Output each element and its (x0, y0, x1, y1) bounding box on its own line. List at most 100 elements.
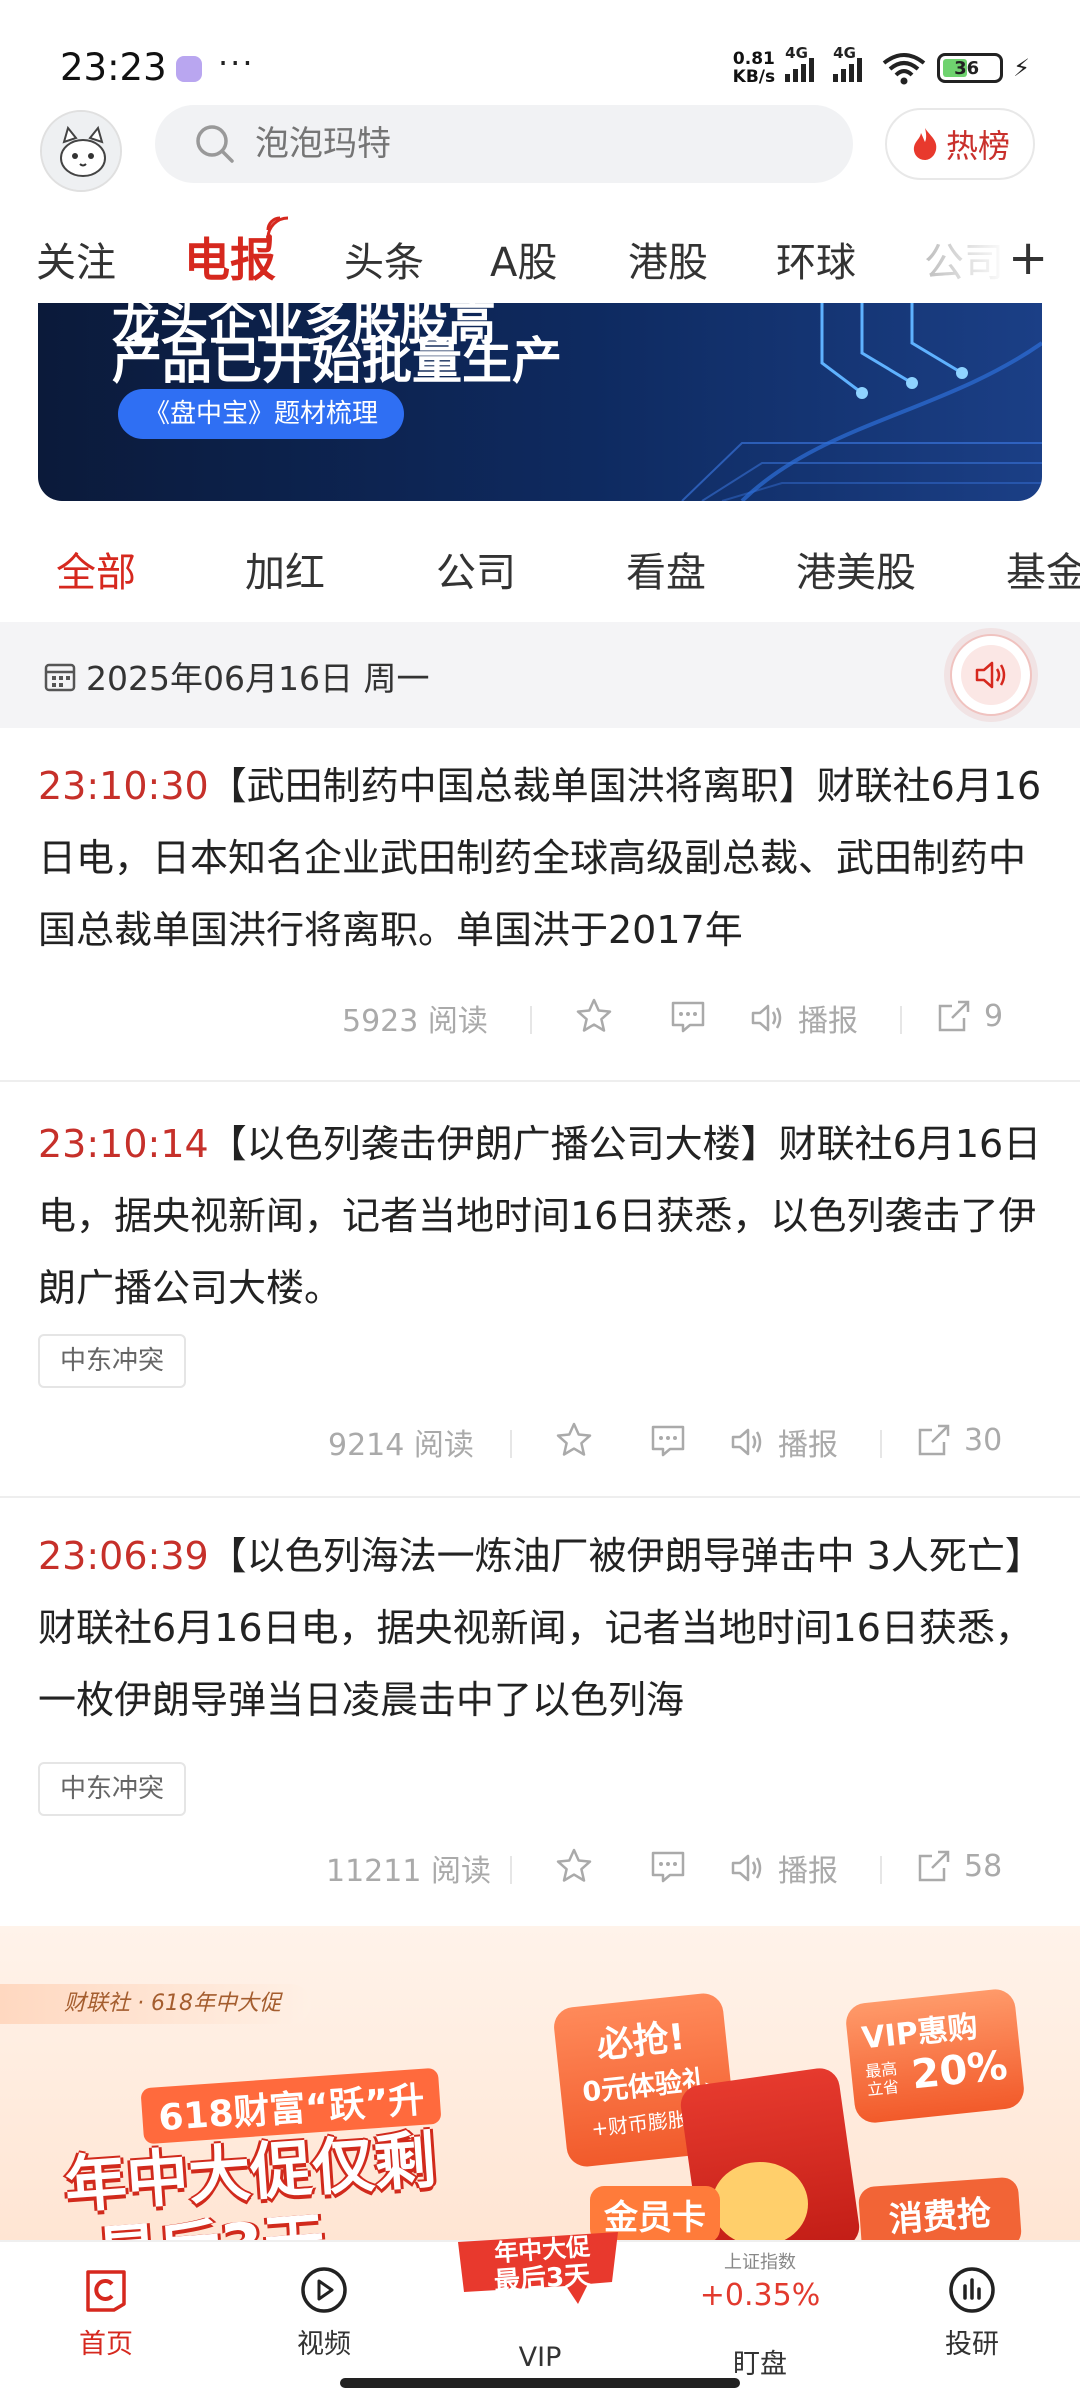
topic-tag[interactable]: 中东冲突 (38, 1334, 187, 1388)
nav-vip-label[interactable]: VIP (470, 2342, 610, 2373)
news-actions: 11211 阅读 播报 58 (0, 1846, 1080, 1896)
speaker-icon (975, 661, 1006, 689)
tab-hk-stocks[interactable]: 港股 (628, 230, 708, 288)
favorite-button[interactable] (554, 1846, 594, 1886)
speaker-icon (731, 1854, 762, 1882)
promo-ad[interactable]: 财联社 · 618年中大促 618财富“跃”升 年中大促仅剩 最后3天 必抢! … (0, 1926, 1080, 2240)
star-icon (576, 998, 612, 1032)
share-count: 58 (964, 1848, 1003, 1884)
broadcast-label: 播报 (778, 1428, 838, 1463)
topic-tag[interactable]: 中东冲突 (38, 1762, 187, 1816)
news-content: 23:10:14【以色列袭击伊朗广播公司大楼】财联社6月16日电，据央视新闻，记… (38, 1108, 1048, 1324)
news-item[interactable]: 23:10:14【以色列袭击伊朗广播公司大楼】财联社6月16日电，据央视新闻，记… (0, 1084, 1080, 1498)
tab-follow[interactable]: 关注 (36, 230, 116, 288)
sim1-label: 4G (785, 44, 808, 62)
nav-market-watch[interactable]: 盯盘 (690, 2342, 830, 2381)
nav-home-label: 首页 (79, 2329, 133, 2360)
speaker-icon (751, 1004, 782, 1032)
more-notifications-icon: ··· (218, 44, 255, 82)
share-icon (918, 1424, 950, 1456)
search-bar[interactable] (155, 105, 853, 183)
add-tab-button[interactable]: + (1008, 230, 1048, 286)
live-signal-icon (266, 216, 289, 240)
battery-level: 36 (954, 57, 980, 79)
network-speed: 0.81 KB/s (733, 50, 775, 86)
broadcast-all-button[interactable] (950, 634, 1032, 716)
play-circle-icon (301, 2267, 347, 2313)
read-count: 11211 阅读 (326, 1854, 491, 1889)
news-item[interactable]: 23:06:39【以色列海法一炼油厂被伊朗导弹击中 3人死亡】财联社6月16日电… (0, 1500, 1080, 1926)
promo-vip-discount: 20% (909, 2042, 1010, 2099)
news-time: 23:06:39 (38, 1534, 209, 1578)
index-change: +0.35% (699, 2278, 821, 2313)
favorite-button[interactable] (574, 996, 614, 1036)
hot-list-button[interactable]: 热榜 (885, 108, 1035, 180)
news-content: 23:06:39【以色列海法一炼油厂被伊朗导弹击中 3人死亡】财联社6月16日电… (38, 1520, 1048, 1736)
category-tab-hk-us[interactable]: 港美股 (796, 540, 916, 598)
category-tab-all[interactable]: 全部 (56, 540, 136, 598)
category-tabs: 全部 加红 公司 看盘 港美股 基金 (0, 540, 1080, 600)
charging-icon: ⚡ (1013, 54, 1030, 82)
broadcast-button[interactable]: 播报 (728, 1420, 838, 1464)
speaker-icon (731, 1428, 762, 1456)
broadcast-label: 播报 (798, 1004, 858, 1039)
calendar-icon (44, 663, 76, 692)
nav-research-label: 投研 (945, 2329, 999, 2360)
promo-coupon-card: 消费抢 (857, 2176, 1023, 2240)
favorite-button[interactable] (554, 1420, 594, 1460)
category-tab-company[interactable]: 公司 (436, 540, 516, 598)
broadcast-button[interactable]: 播报 (728, 1846, 838, 1890)
share-button[interactable]: 58 (914, 1846, 1002, 1886)
tab-a-shares[interactable]: A股 (490, 230, 557, 288)
read-count: 5923 阅读 (342, 1004, 488, 1039)
top-tabs: 关注 电报 头条 A股 港股 环球 公司 + (0, 216, 1080, 300)
signal-icon: 4G (833, 44, 871, 82)
status-indicators: 0.81 KB/s 4G 4G 36 ⚡ (733, 44, 1030, 86)
home-indicator[interactable] (340, 2378, 740, 2388)
comment-icon (651, 1851, 685, 1883)
banner-headline-line2: 产品已开始批量生产 (112, 332, 562, 390)
bottom-nav: 首页 视频 年中大促 最后3天 VIP 上证指数 +0.35% 盯盘 投研 (0, 2232, 1080, 2400)
header: 热榜 (0, 100, 1080, 210)
tab-global[interactable]: 环球 (776, 230, 856, 288)
nav-video[interactable]: 视频 (254, 2252, 394, 2361)
news-item[interactable]: 23:10:30【武田制药中国总裁单国洪将离职】财联社6月16日电，日本知名企业… (0, 728, 1080, 1082)
news-content: 23:10:30【武田制药中国总裁单国洪将离职】财联社6月16日电，日本知名企业… (38, 750, 1048, 966)
network-speed-value: 0.81 (732, 49, 775, 69)
category-tab-highlighted[interactable]: 加红 (245, 540, 325, 598)
promo-banner[interactable]: 龙头企业多股股高 产品已开始批量生产 《盘中宝》题材梳理 (38, 303, 1042, 501)
comment-button[interactable] (648, 1846, 688, 1886)
nav-research[interactable]: 投研 (902, 2252, 1042, 2361)
share-button[interactable]: 30 (914, 1420, 1002, 1460)
flame-icon (913, 128, 937, 160)
date-label: 2025年06月16日 周一 (86, 659, 430, 698)
signal-icon: 4G (785, 44, 823, 82)
broadcast-button[interactable]: 播报 (748, 996, 858, 1040)
nav-home[interactable]: 首页 (36, 2252, 176, 2361)
category-tab-market-watch[interactable]: 看盘 (626, 540, 706, 598)
share-button[interactable]: 9 (934, 996, 1003, 1036)
category-tab-funds[interactable]: 基金 (1006, 540, 1080, 598)
status-time: 23:23 (60, 46, 167, 89)
tab-headlines[interactable]: 头条 (344, 230, 424, 288)
promo-brand: 财联社 · 618年中大促 (0, 1984, 311, 2024)
banner-tag: 《盘中宝》题材梳理 (118, 389, 405, 439)
wifi-icon (882, 53, 926, 85)
comment-icon (671, 1001, 705, 1033)
share-icon (918, 1850, 950, 1882)
nav-vip-badge[interactable]: 年中大促 最后3天 (448, 2212, 628, 2312)
comment-button[interactable] (668, 996, 708, 1036)
search-input[interactable] (255, 124, 815, 164)
avatar[interactable] (40, 110, 122, 192)
network-speed-unit: KB/s (732, 67, 776, 87)
star-icon (556, 1848, 592, 1882)
index-name: 上证指数 (724, 2252, 796, 2273)
bar-chart-icon (949, 2267, 995, 2313)
status-bar: 23:23 ··· 0.81 KB/s 4G 4G 36 ⚡ (0, 0, 1080, 100)
star-icon (556, 1422, 592, 1456)
broadcast-label: 播报 (778, 1854, 838, 1889)
date-bar: 2025年06月16日 周一 (0, 622, 1080, 728)
promo-vip-note: 最高立省 (864, 2059, 900, 2100)
home-icon (86, 2270, 126, 2312)
comment-button[interactable] (648, 1420, 688, 1460)
